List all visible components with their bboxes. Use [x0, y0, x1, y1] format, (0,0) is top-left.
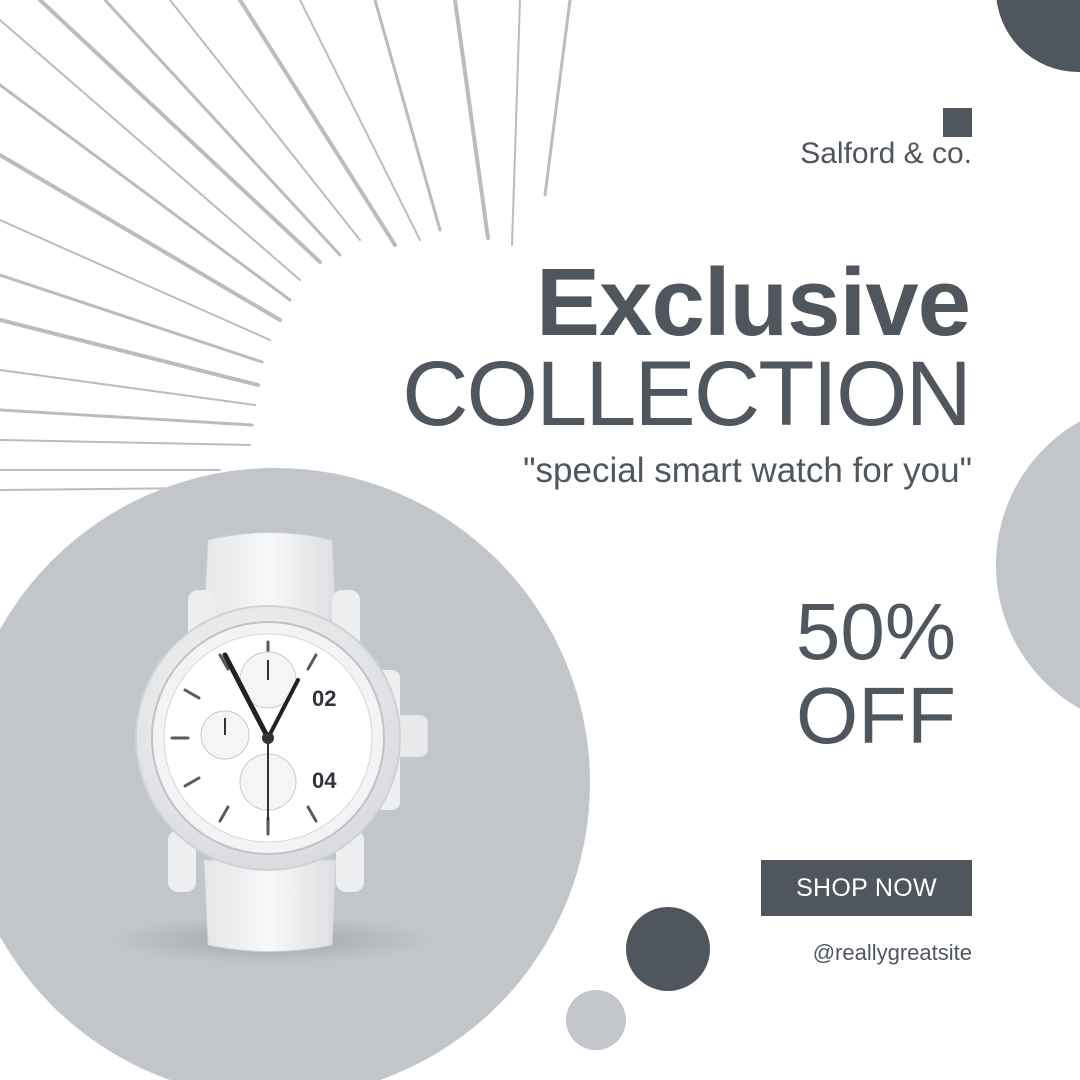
website-handle[interactable]: @reallygreatsite — [813, 940, 972, 966]
promo-canvas: Salford & co. Exclusive COLLECTION "spec… — [0, 0, 1080, 1080]
light-dot-decoration — [566, 990, 626, 1050]
watch-numeral-02: 02 — [312, 686, 336, 711]
discount-amount: 50% — [795, 587, 956, 676]
right-gray-circle — [996, 400, 1080, 730]
discount-text: 50% OFF — [796, 590, 956, 758]
shop-now-button[interactable]: SHOP NOW — [761, 860, 972, 916]
brand-name: Salford & co. — [800, 137, 972, 170]
white-watch-image: 02 04 — [110, 532, 430, 964]
discount-label: OFF — [796, 671, 956, 760]
tagline: "special smart watch for you" — [523, 451, 972, 490]
brand-square-mark — [943, 108, 972, 137]
corner-dark-circle — [996, 0, 1080, 72]
watch-numeral-04: 04 — [312, 768, 337, 793]
dark-dot-decoration — [626, 907, 710, 991]
headline-collection: COLLECTION — [402, 343, 972, 445]
